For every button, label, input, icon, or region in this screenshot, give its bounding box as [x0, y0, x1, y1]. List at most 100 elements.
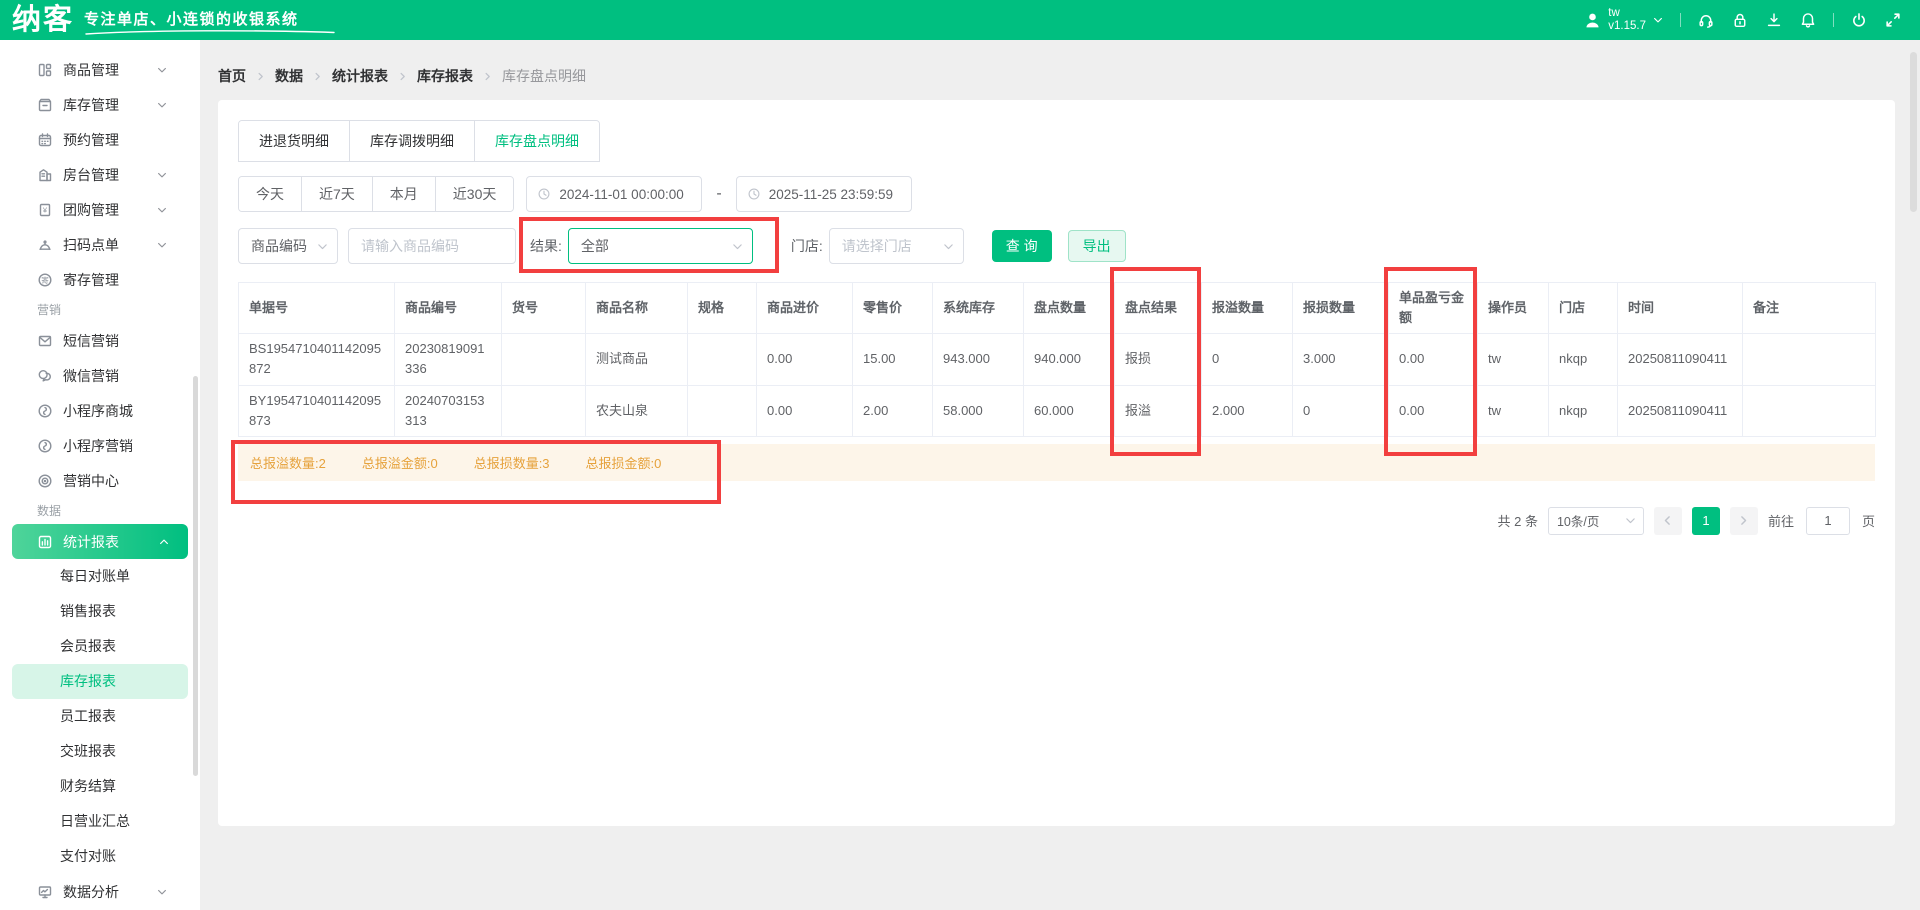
- table-cell: [688, 334, 757, 385]
- pagination-total: 共 2 条: [1498, 511, 1538, 530]
- ticket-icon: ¥: [37, 202, 53, 218]
- table-cell: 2.00: [853, 385, 933, 436]
- quick-range-today[interactable]: 今天: [239, 177, 302, 211]
- bell-icon[interactable]: [1799, 11, 1817, 29]
- table-cell: 20250811090411: [1618, 385, 1743, 436]
- chevron-down-icon: [156, 64, 168, 76]
- header-divider: [1833, 13, 1834, 27]
- store-select[interactable]: 请选择门店: [829, 228, 964, 264]
- start-date-input[interactable]: 2024-11-01 00:00:00: [526, 176, 702, 212]
- table-cell: 20250811090411: [1618, 334, 1743, 385]
- table-row[interactable]: BY195471040114209587320240703153313农夫山泉0…: [239, 385, 1876, 436]
- sidebar-subitem-payment-reconciliation[interactable]: 支付对账: [0, 839, 200, 874]
- sidebar-subitem-daily-business-summary[interactable]: 日营业汇总: [0, 804, 200, 839]
- column-header: 操作员: [1478, 283, 1549, 334]
- sidebar-item-data-analysis[interactable]: 数据分析: [0, 874, 200, 909]
- svg-text:¥: ¥: [43, 205, 48, 214]
- breadcrumb-item[interactable]: 统计报表: [332, 66, 388, 86]
- table-cell: 2.000: [1202, 385, 1293, 436]
- column-header: 规格: [688, 283, 757, 334]
- table-cell: 报损: [1115, 334, 1202, 385]
- table-cell: [688, 385, 757, 436]
- sidebar-item-inventory-management[interactable]: 库存管理: [0, 87, 200, 122]
- table-cell: tw: [1478, 385, 1549, 436]
- sidebar-subitem-member-report[interactable]: 会员报表: [0, 629, 200, 664]
- keyword-input[interactable]: [348, 228, 516, 264]
- table-cell: 58.000: [933, 385, 1024, 436]
- goto-page-input[interactable]: [1806, 507, 1850, 535]
- quick-range-this-month[interactable]: 本月: [373, 177, 436, 211]
- next-page-button[interactable]: [1730, 507, 1758, 535]
- sidebar-item-scan-order[interactable]: 扫码点单: [0, 227, 200, 262]
- chevron-down-icon: [156, 239, 168, 251]
- sidebar-item-room-management[interactable]: 房台管理: [0, 157, 200, 192]
- sidebar-item-label: 小程序营销: [63, 436, 200, 456]
- sidebar-item-wechat-marketing[interactable]: 微信营销: [0, 358, 200, 393]
- sidebar-subitem-finance-settlement[interactable]: 财务结算: [0, 769, 200, 804]
- export-button[interactable]: 导出: [1068, 230, 1126, 262]
- result-select[interactable]: 全部: [568, 228, 753, 264]
- pagination: 共 2 条 10条/页 1 前往 页: [238, 507, 1875, 535]
- column-header: 盘点结果: [1115, 283, 1202, 334]
- date-filter-row: 今天近7天本月近30天 2024-11-01 00:00:00 - 2025-1…: [238, 176, 1875, 212]
- sidebar-subitem-daily-statement[interactable]: 每日对账单: [0, 559, 200, 594]
- page-scrollbar[interactable]: [1910, 52, 1917, 212]
- sidebar-item-sms-marketing[interactable]: 短信营销: [0, 323, 200, 358]
- sidebar-subitem-inventory-report[interactable]: 库存报表: [12, 664, 188, 699]
- power-icon[interactable]: [1850, 11, 1868, 29]
- breadcrumb-item[interactable]: 数据: [275, 66, 303, 86]
- search-field-select[interactable]: 商品编码: [238, 228, 338, 264]
- quick-range-last-7-days[interactable]: 近7天: [302, 177, 373, 211]
- column-header: 时间: [1618, 283, 1743, 334]
- sidebar-item-label: 短信营销: [63, 331, 200, 351]
- sidebar-item-miniprogram-mall[interactable]: 小程序商城: [0, 393, 200, 428]
- sidebar-item-deposit-management[interactable]: 寄寄存管理: [0, 262, 200, 297]
- table-cell: tw: [1478, 334, 1549, 385]
- app-slogan: 专注单店、小连锁的收银系统: [84, 8, 336, 29]
- sidebar-item-groupbuy-management[interactable]: ¥ 团购管理: [0, 192, 200, 227]
- sidebar-item-label: 团购管理: [63, 200, 156, 220]
- column-header: 单据号: [239, 283, 395, 334]
- fullscreen-icon[interactable]: [1884, 11, 1902, 29]
- breadcrumb-item[interactable]: 库存报表: [417, 66, 473, 86]
- tab-purchase-return-detail[interactable]: 进退货明细: [239, 121, 350, 161]
- table-row[interactable]: BS195471040114209587220230819091336测试商品0…: [239, 334, 1876, 385]
- table-cell: 3.000: [1293, 334, 1389, 385]
- header-actions: tw v1.15.7: [1583, 7, 1902, 33]
- end-date-input[interactable]: 2025-11-25 23:59:59: [736, 176, 912, 212]
- stocktake-table: 单据号商品编号货号商品名称规格商品进价零售价系统库存盘点数量盘点结果报溢数量报损…: [238, 282, 1876, 437]
- support-headset-icon[interactable]: [1697, 11, 1715, 29]
- sidebar-item-marketing-center[interactable]: 营销中心: [0, 463, 200, 498]
- sidebar-scrollbar[interactable]: [193, 376, 198, 776]
- search-button[interactable]: 查 询: [992, 230, 1052, 262]
- quick-range-last-30-days[interactable]: 近30天: [436, 177, 514, 211]
- chevron-down-icon: [1652, 14, 1664, 26]
- sidebar-subitem-sales-report[interactable]: 销售报表: [0, 594, 200, 629]
- tab-stocktake-detail[interactable]: 库存盘点明细: [475, 121, 599, 161]
- calendar-icon: [37, 132, 53, 148]
- sidebar-item-booking-management[interactable]: 预约管理: [0, 122, 200, 157]
- svg-text:寄: 寄: [41, 274, 49, 284]
- tab-transfer-detail[interactable]: 库存调拨明细: [350, 121, 475, 161]
- sidebar-subitem-shift-report[interactable]: 交班报表: [0, 734, 200, 769]
- table-cell: 0.00: [757, 334, 853, 385]
- page-size-select[interactable]: 10条/页: [1548, 507, 1644, 535]
- chevron-right-icon: [255, 71, 266, 82]
- table-cell: 0: [1293, 385, 1389, 436]
- sidebar-item-goods-management[interactable]: 商品管理: [0, 52, 200, 87]
- sidebar-subitem-staff-report[interactable]: 员工报表: [0, 699, 200, 734]
- sidebar-item-statistics-report[interactable]: 统计报表: [12, 524, 188, 559]
- chevron-down-icon: [316, 240, 329, 253]
- breadcrumb-item[interactable]: 首页: [218, 66, 246, 86]
- download-icon[interactable]: [1765, 11, 1783, 29]
- chevron-down-icon: [156, 204, 168, 216]
- table-cell: 农夫山泉: [586, 385, 688, 436]
- page-number-button[interactable]: 1: [1692, 507, 1720, 535]
- lock-icon[interactable]: [1731, 11, 1749, 29]
- user-menu[interactable]: tw v1.15.7: [1583, 7, 1664, 33]
- column-header: 商品编号: [395, 283, 502, 334]
- sidebar-item-miniprogram-marketing[interactable]: 小程序营销: [0, 428, 200, 463]
- prev-page-button[interactable]: [1654, 507, 1682, 535]
- goto-label: 前往: [1768, 511, 1794, 530]
- search-filter-row: 商品编码 结果: 全部 门店: 请选择门店 查 询 导出: [238, 226, 1875, 266]
